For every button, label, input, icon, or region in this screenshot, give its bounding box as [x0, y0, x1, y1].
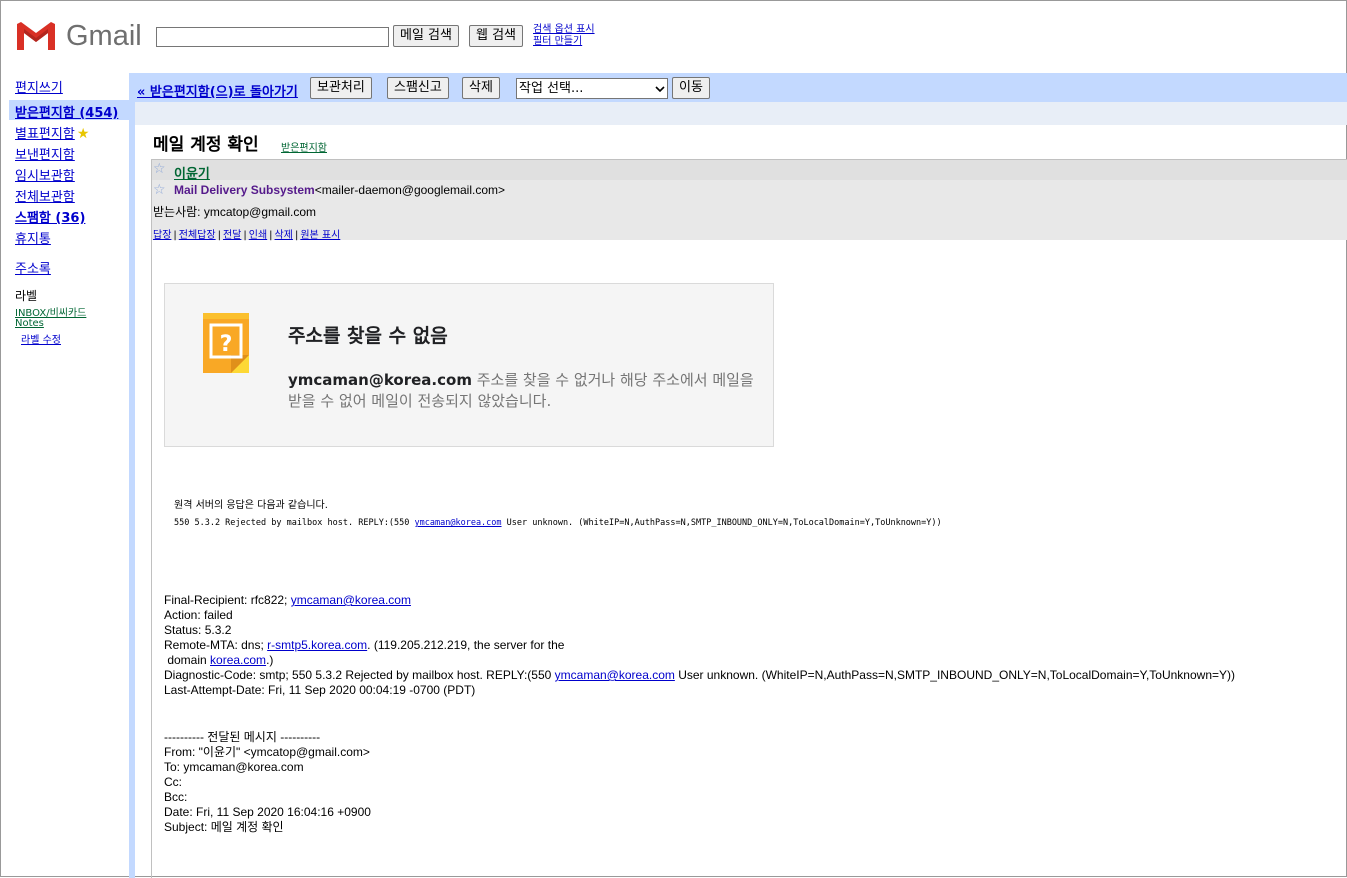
- status-line: Status: 5.3.2: [164, 623, 232, 637]
- sidebar-item-starred-label[interactable]: 별표편지함: [15, 127, 75, 142]
- chevron-down-icon: [655, 85, 665, 92]
- show-original-link[interactable]: 원본 표시: [300, 230, 340, 241]
- warning-note-icon: ?: [203, 313, 249, 373]
- search-mail-button[interactable]: 메일 검색: [393, 25, 459, 47]
- move-button[interactable]: 이동: [672, 77, 710, 99]
- gmail-wordmark: Gmail: [66, 19, 142, 52]
- message-label-inbox[interactable]: 받은편지함: [281, 139, 327, 154]
- domain-link[interactable]: korea.com: [210, 653, 266, 667]
- final-recipient-line: Final-Recipient: rfc822; ymcaman@korea.c…: [164, 593, 411, 607]
- toolbar-subbar: [135, 102, 1347, 125]
- report-spam-button[interactable]: 스팸신고: [387, 77, 449, 99]
- remote-mta-line: Remote-MTA: dns; r-smtp5.korea.com. (119…: [164, 638, 565, 652]
- action-select[interactable]: 작업 선택...: [516, 78, 668, 99]
- bounce-title: 주소를 찾을 수 없음: [288, 325, 448, 347]
- forward-link[interactable]: 전달: [223, 230, 241, 241]
- forwarded-cc: Cc:: [164, 775, 182, 789]
- forwarded-divider: ---------- 전달된 메시지 ----------: [164, 730, 321, 744]
- from-name: Mail Delivery Subsystem: [174, 183, 315, 197]
- thread-header-row: [152, 159, 1347, 180]
- compose-link[interactable]: 편지쓰기: [15, 77, 63, 96]
- bounce-address: ymcaman@korea.com: [288, 371, 472, 389]
- star-toggle-icon[interactable]: ☆: [153, 182, 166, 198]
- message-subject: 메일 계정 확인: [153, 135, 259, 155]
- sidebar-item-inbox[interactable]: 받은편지함 (454): [15, 102, 118, 121]
- forwarded-to: To: ymcaman@korea.com: [164, 760, 304, 774]
- content-left-border: [129, 73, 135, 878]
- diagnostic-address-link[interactable]: ymcaman@korea.com: [555, 668, 675, 682]
- thread-sender-name[interactable]: 이윤기: [174, 163, 210, 182]
- forwarded-from: From: "이윤기" <ymcatop@gmail.com>: [164, 745, 370, 759]
- search-input[interactable]: [156, 27, 389, 47]
- gmail-m-icon: [17, 22, 55, 50]
- svg-text:?: ?: [220, 332, 233, 357]
- print-link[interactable]: 인쇄: [249, 230, 267, 241]
- diagnostic-line: Diagnostic-Code: smtp; 550 5.3.2 Rejecte…: [164, 668, 1235, 682]
- delete-link[interactable]: 삭제: [275, 230, 293, 241]
- search-web-button[interactable]: 웹 검색: [469, 25, 524, 47]
- sidebar-item-starred[interactable]: 별표편지함 ★: [15, 123, 89, 142]
- sidebar-item-all-mail[interactable]: 전체보관함: [15, 186, 75, 205]
- action-line: Action: failed: [164, 608, 233, 622]
- sidebar-item-drafts[interactable]: 임시보관함: [15, 165, 75, 184]
- reply-link[interactable]: 답장: [153, 230, 171, 241]
- star-toggle-icon[interactable]: ☆: [153, 161, 166, 177]
- gmail-logo[interactable]: Gmail: [15, 19, 145, 53]
- message-to: 받는사람: ymcatop@gmail.com: [153, 205, 317, 219]
- archive-button[interactable]: 보관처리: [310, 77, 372, 99]
- server-reply-address-link[interactable]: ymcaman@korea.com: [415, 518, 502, 528]
- forwarded-bcc: Bcc:: [164, 790, 188, 804]
- bounce-text: ymcaman@korea.com 주소를 찾을 수 없거나 해당 주소에서 메…: [288, 370, 758, 412]
- forwarded-message: ---------- 전달된 메시지 ---------- From: "이윤기…: [164, 730, 371, 835]
- delete-button[interactable]: 삭제: [462, 77, 500, 99]
- delivery-status-block: Final-Recipient: rfc822; ymcaman@korea.c…: [164, 593, 1235, 698]
- forwarded-date: Date: Fri, 11 Sep 2020 16:04:16 +0900: [164, 805, 371, 819]
- sidebar-label-notes[interactable]: Notes: [15, 318, 44, 329]
- server-reply-intro: 원격 서버의 응답은 다음과 같습니다.: [174, 500, 328, 511]
- sidebar-item-spam[interactable]: 스팸함 (36): [15, 207, 85, 226]
- last-attempt-line: Last-Attempt-Date: Fri, 11 Sep 2020 00:0…: [164, 683, 476, 697]
- back-to-inbox-link[interactable]: « 받은편지함(으)로 돌아가기: [137, 81, 298, 100]
- server-reply: 550 5.3.2 Rejected by mailbox host. REPL…: [174, 518, 942, 528]
- final-recipient-link[interactable]: ymcaman@korea.com: [291, 593, 411, 607]
- search-options-link[interactable]: 검색 옵션 표시: [533, 24, 595, 36]
- sidebar-item-contacts[interactable]: 주소록: [15, 258, 51, 277]
- sidebar-item-sent[interactable]: 보낸편지함: [15, 144, 75, 163]
- bounce-card: ? 주소를 찾을 수 없음 ymcaman@korea.com 주소를 찾을 수…: [164, 283, 774, 447]
- edit-labels-link[interactable]: 라벨 수정: [21, 331, 61, 346]
- message-actions: 답장 | 전체답장 | 전달 | 인쇄 | 삭제 | 원본 표시: [153, 230, 341, 241]
- message-from: Mail Delivery Subsystem<mailer-daemon@go…: [174, 183, 505, 197]
- reply-all-link[interactable]: 전체답장: [179, 230, 216, 241]
- domain-line: domain korea.com.): [164, 653, 274, 667]
- sidebar-label-bccard[interactable]: INBOX/비씨카드: [15, 304, 86, 319]
- from-address: <mailer-daemon@googlemail.com>: [314, 183, 506, 197]
- sidebar-item-trash[interactable]: 휴지통: [15, 228, 51, 247]
- forwarded-subject: Subject: 메일 계정 확인: [164, 820, 284, 834]
- search-links: 검색 옵션 표시 필터 만들기: [533, 24, 595, 48]
- action-select-value: 작업 선택...: [519, 81, 584, 96]
- labels-title: 라벨: [15, 289, 38, 303]
- remote-mta-link[interactable]: r-smtp5.korea.com: [267, 638, 367, 652]
- create-filter-link[interactable]: 필터 만들기: [533, 36, 595, 48]
- star-icon: ★: [76, 126, 90, 142]
